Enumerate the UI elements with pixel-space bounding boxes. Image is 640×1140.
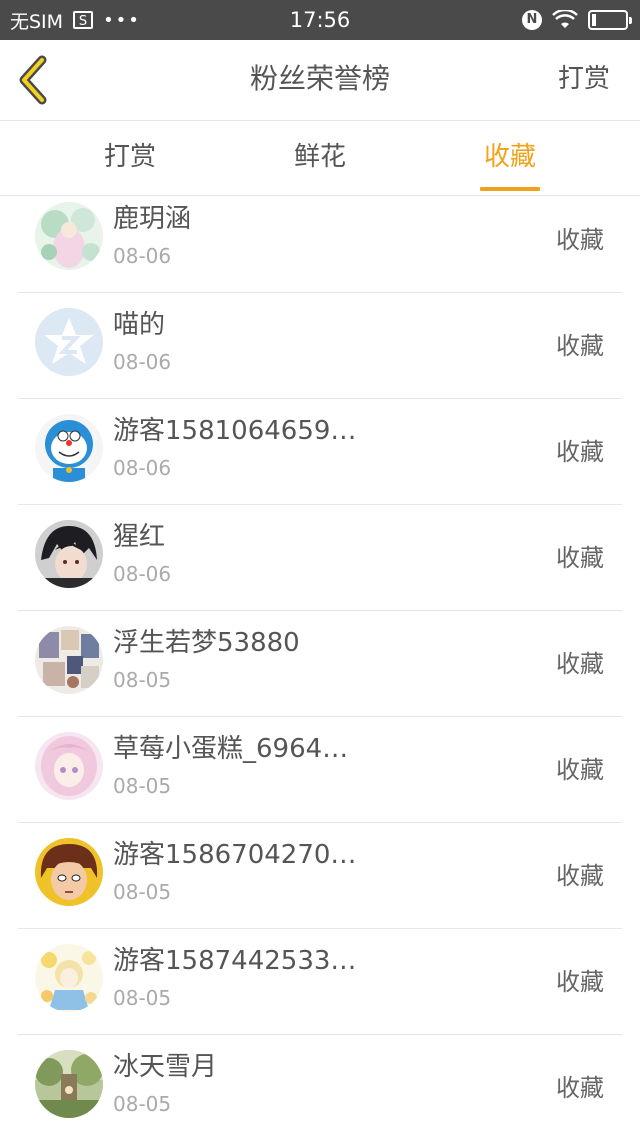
list-item[interactable]: 浮生若梦53880 08-05 收藏: [18, 610, 622, 717]
status-right: N: [522, 0, 632, 40]
wifi-icon: [552, 10, 578, 28]
blue-cat-avatar: [35, 414, 103, 482]
list-item[interactable]: 草莓小蛋糕_6964… 08-05 收藏: [18, 716, 622, 823]
item-action: 收藏: [556, 756, 604, 784]
forest-avatar: [35, 1050, 103, 1118]
list-item[interactable]: 喵的 08-06 收藏: [18, 292, 622, 399]
tab-favorites[interactable]: 收藏: [450, 121, 570, 195]
list-item[interactable]: 鹿玥涵 08-06 收藏: [18, 186, 622, 293]
list-item[interactable]: 游客1581064659… 08-06 收藏: [18, 398, 622, 505]
list-item[interactable]: 猩红 08-06 收藏: [18, 504, 622, 611]
pastel-garden-avatar: [35, 202, 103, 270]
tab-flowers-label: 鲜花: [293, 142, 346, 172]
item-date: 08-05: [113, 1092, 172, 1116]
item-name: 草莓小蛋糕_6964…: [113, 734, 349, 764]
pink-girl-avatar: [35, 732, 103, 800]
item-date: 08-06: [113, 244, 172, 268]
tab-reward-label: 打赏: [103, 142, 156, 172]
item-action: 收藏: [556, 438, 604, 466]
tab-flowers[interactable]: 鲜花: [260, 121, 380, 195]
tab-reward[interactable]: 打赏: [70, 121, 190, 195]
tab-favorites-label: 收藏: [483, 142, 536, 172]
item-date: 08-05: [113, 986, 172, 1010]
nfc-icon: N: [522, 10, 542, 30]
item-date: 08-05: [113, 880, 172, 904]
status-bar: 无SIM S ••• 17:56 N: [0, 0, 640, 40]
list-item[interactable]: 冰天雪月 08-05 收藏: [18, 1034, 622, 1140]
item-name: 游客1586704270…: [113, 840, 357, 870]
item-name: 浮生若梦53880: [113, 628, 300, 658]
list-item[interactable]: 游客1586704270… 08-05 收藏: [18, 822, 622, 929]
item-date: 08-05: [113, 668, 172, 692]
nav-header: 粉丝荣誉榜 打赏: [0, 40, 640, 121]
flower-girl-avatar: [35, 944, 103, 1012]
item-action: 收藏: [556, 332, 604, 360]
item-action: 收藏: [556, 226, 604, 254]
item-date: 08-06: [113, 456, 172, 480]
item-name: 游客1587442533…: [113, 946, 357, 976]
default-star-avatar: [35, 308, 103, 376]
collage-avatar: [35, 626, 103, 694]
item-name: 冰天雪月: [113, 1052, 218, 1082]
item-action: 收藏: [556, 650, 604, 678]
item-name: 游客1581064659…: [113, 416, 357, 446]
tab-bar: 打赏 鲜花 收藏: [0, 121, 640, 196]
item-date: 08-06: [113, 350, 172, 374]
page-title: 粉丝荣誉榜: [249, 62, 390, 95]
reward-button[interactable]: 打赏: [558, 40, 610, 118]
item-action: 收藏: [556, 1074, 604, 1102]
list-item[interactable]: 游客1587442533… 08-05 收藏: [18, 928, 622, 1035]
item-name: 猩红: [113, 522, 166, 552]
item-action: 收藏: [556, 862, 604, 890]
item-date: 08-06: [113, 562, 172, 586]
battery-icon: [588, 10, 632, 30]
item-name: 喵的: [113, 310, 166, 340]
brown-hair-boy-avatar: [35, 838, 103, 906]
item-action: 收藏: [556, 544, 604, 572]
item-date: 08-05: [113, 774, 172, 798]
item-action: 收藏: [556, 968, 604, 996]
item-name: 鹿玥涵: [113, 204, 192, 234]
dark-hair-avatar: [35, 520, 103, 588]
